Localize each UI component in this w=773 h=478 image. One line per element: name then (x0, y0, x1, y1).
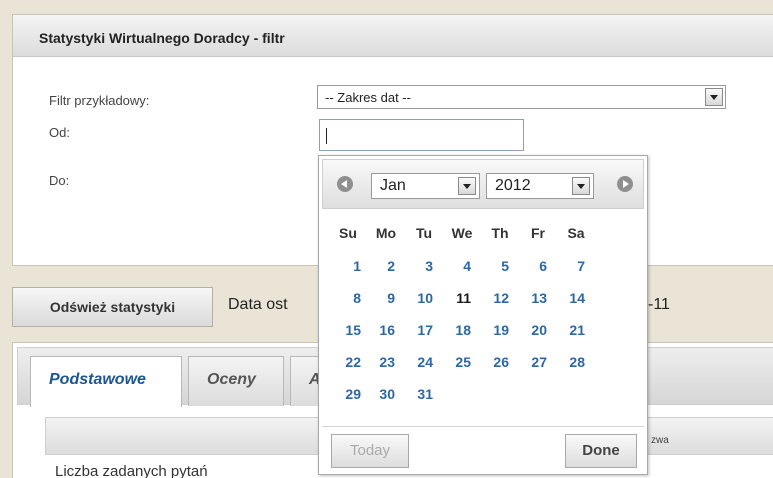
last-refresh-info-tail: -11 (648, 296, 670, 313)
weekday-header: Th (491, 225, 509, 241)
to-date-label: Do: (49, 173, 70, 188)
from-date-input[interactable] (319, 119, 524, 151)
column-header-name: zwa (651, 435, 669, 446)
calendar-day[interactable]: 20 (519, 314, 557, 346)
calendar-day[interactable]: 8 (329, 282, 367, 314)
calendar-day[interactable]: 27 (519, 346, 557, 378)
table-row-label: Liczba zadanych pytań (55, 463, 208, 478)
calendar-day[interactable]: 30 (367, 378, 405, 410)
calendar-day[interactable]: 17 (405, 314, 443, 346)
month-value: Jan (380, 177, 406, 194)
calendar-day-empty (443, 378, 481, 410)
calendar-day[interactable]: 31 (405, 378, 443, 410)
weekday-header: Su (339, 225, 357, 241)
weekday-header: Fr (531, 225, 545, 241)
calendar-day[interactable]: 3 (405, 250, 443, 282)
calendar-day[interactable]: 15 (329, 314, 367, 346)
tab-podstawowe[interactable]: Podstawowe (30, 356, 182, 407)
calendar-grid: Su Mo Tu We Th Fr Sa 1 2 3 4 5 6 7 8 9 1… (329, 216, 595, 410)
prev-month-icon[interactable] (337, 176, 353, 192)
calendar-day[interactable]: 10 (405, 282, 443, 314)
filter-panel-title: Statystyki Wirtualnego Doradcy - filtr (13, 15, 773, 57)
calendar-day[interactable]: 22 (329, 346, 367, 378)
datepicker-header: Jan 2012 (322, 159, 644, 209)
year-value: 2012 (495, 177, 531, 194)
datepicker-divider (322, 426, 644, 427)
month-select[interactable]: Jan (371, 173, 480, 199)
calendar-day[interactable]: 1 (329, 250, 367, 282)
calendar-day-empty (557, 378, 595, 410)
sample-filter-select[interactable]: -- Zakres dat -- (317, 85, 726, 109)
calendar-day-empty (519, 378, 557, 410)
calendar-day[interactable]: 9 (367, 282, 405, 314)
calendar-day[interactable]: 21 (557, 314, 595, 346)
last-refresh-info: Data ost (228, 296, 288, 313)
year-select[interactable]: 2012 (486, 173, 594, 199)
calendar-day[interactable]: 23 (367, 346, 405, 378)
calendar-day[interactable]: 28 (557, 346, 595, 378)
calendar-day[interactable]: 2 (367, 250, 405, 282)
calendar-day[interactable]: 13 (519, 282, 557, 314)
calendar-day[interactable]: 29 (329, 378, 367, 410)
calendar-day[interactable]: 5 (481, 250, 519, 282)
calendar-day[interactable]: 25 (443, 346, 481, 378)
calendar-day[interactable]: 26 (481, 346, 519, 378)
chevron-down-icon[interactable] (458, 177, 476, 195)
sample-filter-value: -- Zakres dat -- (325, 90, 411, 105)
calendar-day[interactable]: 16 (367, 314, 405, 346)
done-button[interactable]: Done (565, 434, 637, 468)
weekday-header: Mo (375, 225, 397, 241)
next-month-icon[interactable] (617, 176, 633, 192)
calendar-day[interactable]: 12 (481, 282, 519, 314)
today-button[interactable]: Today (331, 434, 409, 468)
weekday-header: Tu (415, 225, 433, 241)
calendar-day[interactable]: 4 (443, 250, 481, 282)
weekday-header: We (451, 225, 473, 241)
calendar-day[interactable]: 7 (557, 250, 595, 282)
weekday-header: Sa (567, 225, 585, 241)
from-date-label: Od: (49, 125, 70, 140)
calendar-day-empty (481, 378, 519, 410)
text-caret (326, 128, 327, 144)
calendar-day-today[interactable]: 11 (443, 282, 481, 314)
calendar-day[interactable]: 19 (481, 314, 519, 346)
chevron-down-icon[interactable] (705, 88, 723, 106)
calendar-day[interactable]: 6 (519, 250, 557, 282)
calendar-day[interactable]: 24 (405, 346, 443, 378)
calendar-day[interactable]: 14 (557, 282, 595, 314)
calendar-day[interactable]: 18 (443, 314, 481, 346)
datepicker-popup: Jan 2012 Su Mo Tu We Th Fr Sa 1 2 3 4 5 … (318, 155, 648, 475)
sample-filter-label: Filtr przykładowy: (49, 93, 150, 108)
chevron-down-icon[interactable] (572, 177, 590, 195)
refresh-stats-button[interactable]: Odśwież statystyki (12, 287, 213, 327)
tab-oceny[interactable]: Oceny (188, 356, 284, 406)
